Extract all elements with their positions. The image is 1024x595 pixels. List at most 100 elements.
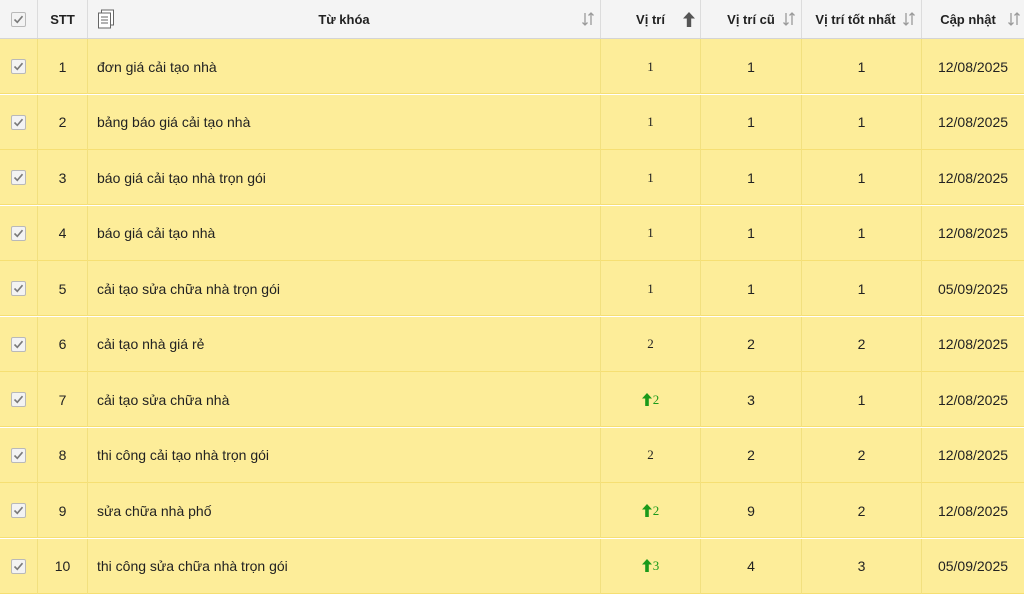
old-position-header-label: Vị trí cũ <box>727 11 775 27</box>
table-header: STT Từ khóa Vị trí Vị trí cũ Vị trí tốt … <box>0 0 1024 39</box>
row-updated: 05/09/2025 <box>937 280 1009 297</box>
table-row[interactable]: 1 đơn giá cải tạo nhà 1 1 1 12/08/2025 <box>0 39 1024 94</box>
row-stt: 2 <box>38 94 88 150</box>
row-best-position: 2 <box>802 427 922 483</box>
row-position: 1 <box>601 261 701 316</box>
row-keyword: sửa chữa nhà phố <box>88 483 601 538</box>
table-row[interactable]: 3 báo giá cải tạo nhà trọn gói 1 1 1 12/08/20… <box>0 150 1024 205</box>
row-old-position: 9 <box>701 483 802 538</box>
checkbox-icon <box>11 447 26 463</box>
row-checkbox[interactable] <box>0 316 38 372</box>
table-row[interactable]: 4 báo giá cải tạo nhà 1 1 1 12/08/2025 <box>0 205 1024 261</box>
checkbox-icon <box>11 170 26 185</box>
document-icon[interactable] <box>97 9 115 32</box>
green-arrow-up-icon <box>641 503 653 519</box>
row-checkbox[interactable] <box>0 94 38 150</box>
row-checkbox[interactable] <box>0 483 38 538</box>
column-header-keyword[interactable]: Từ khóa <box>88 0 601 38</box>
row-stt: 1 <box>38 39 88 94</box>
row-updated: 12/08/2025 <box>937 336 1009 352</box>
sort-icon[interactable] <box>783 11 795 27</box>
row-position: 2 <box>601 483 701 538</box>
row-best-position: 1 <box>802 372 922 427</box>
row-best-position: 1 <box>802 261 922 316</box>
table-row[interactable]: 6 cải tạo nhà giá rẻ 2 2 2 12/08/2025 <box>0 316 1024 372</box>
table-row[interactable]: 9 sửa chữa nhà phố 2 9 2 12/08/2025 <box>0 483 1024 538</box>
column-header-old-position[interactable]: Vị trí cũ <box>701 0 802 38</box>
table-row[interactable]: 8 thi công cải tạo nhà trọn gói 2 2 2 12/08/2… <box>0 427 1024 483</box>
row-old-position: 1 <box>701 94 802 150</box>
row-checkbox[interactable] <box>0 427 38 483</box>
row-keyword: bảng báo giá cải tạo nhà <box>88 94 601 150</box>
table-row[interactable]: 5 cải tạo sửa chữa nhà trọn gói 1 1 1 05/09/2… <box>0 261 1024 316</box>
row-old-position: 4 <box>701 538 802 594</box>
row-best-position: 2 <box>802 316 922 372</box>
row-checkbox[interactable] <box>0 150 38 205</box>
column-header-best-position[interactable]: Vị trí tốt nhất <box>802 0 922 38</box>
column-header-stt[interactable]: STT <box>38 0 88 38</box>
row-position: 1 <box>601 94 701 150</box>
table-row[interactable]: 10 thi công sửa chữa nhà trọn gói 3 4 3 05/09… <box>0 538 1024 594</box>
row-best-position: 1 <box>802 205 922 261</box>
checkbox-icon <box>11 114 26 130</box>
row-best-position: 2 <box>802 483 922 538</box>
sort-icon[interactable] <box>1008 11 1020 27</box>
position-value: 2 <box>647 336 654 351</box>
position-value: 2 <box>652 391 660 407</box>
keyword-header-label: Từ khóa <box>318 11 370 27</box>
row-position: 2 <box>601 316 701 372</box>
row-old-position: 2 <box>701 316 802 372</box>
column-header-updated[interactable]: Cập nhật <box>922 0 1024 38</box>
position-value: 1 <box>647 225 654 240</box>
row-position: 3 <box>601 538 701 594</box>
column-header-position[interactable]: Vị trí <box>601 0 701 38</box>
row-checkbox[interactable] <box>0 261 38 316</box>
row-best-position: 1 <box>802 94 922 150</box>
row-position: 2 <box>601 372 701 427</box>
row-old-position: 1 <box>701 39 802 94</box>
row-keyword: đơn giá cải tạo nhà <box>88 39 601 94</box>
row-updated: 12/08/2025 <box>937 169 1009 186</box>
position-value: 2 <box>647 447 654 462</box>
checkbox-icon <box>11 336 26 352</box>
green-arrow-up-icon <box>641 558 653 574</box>
row-stt: 6 <box>38 316 88 372</box>
checkbox-icon <box>11 59 26 74</box>
checkbox-icon <box>11 503 26 518</box>
row-updated: 12/08/2025 <box>937 391 1009 408</box>
position-value: 1 <box>647 280 654 296</box>
row-updated: 12/08/2025 <box>937 114 1009 130</box>
table-row[interactable]: 7 cải tạo sửa chữa nhà 2 3 1 12/08/2025 <box>0 372 1024 427</box>
row-checkbox[interactable] <box>0 538 38 594</box>
row-updated: 12/08/2025 <box>937 502 1009 519</box>
row-stt: 8 <box>38 427 88 483</box>
row-checkbox[interactable] <box>0 39 38 94</box>
row-old-position: 1 <box>701 205 802 261</box>
row-stt: 9 <box>38 483 88 538</box>
checkbox-icon <box>11 225 26 241</box>
checkbox-icon <box>11 281 26 296</box>
green-arrow-up-icon <box>641 392 653 408</box>
row-checkbox[interactable] <box>0 372 38 427</box>
row-stt: 7 <box>38 372 88 427</box>
row-old-position: 3 <box>701 372 802 427</box>
select-all-checkbox[interactable] <box>0 0 38 38</box>
sort-icon[interactable] <box>582 11 594 27</box>
sort-icon[interactable] <box>903 11 915 27</box>
row-best-position: 3 <box>802 538 922 594</box>
row-stt: 5 <box>38 261 88 316</box>
row-stt: 3 <box>38 150 88 205</box>
row-updated: 05/09/2025 <box>937 558 1009 574</box>
row-updated: 12/08/2025 <box>937 225 1009 241</box>
row-keyword: cải tạo sửa chữa nhà <box>88 372 601 427</box>
position-header-label: Vị trí <box>636 11 665 27</box>
row-best-position: 1 <box>802 150 922 205</box>
row-updated: 12/08/2025 <box>937 447 1009 463</box>
arrow-up-icon[interactable] <box>683 12 695 28</box>
position-value: 1 <box>647 114 654 129</box>
checkbox-icon <box>11 11 26 27</box>
table-row[interactable]: 2 bảng báo giá cải tạo nhà 1 1 1 12/08/2025 <box>0 94 1024 150</box>
row-checkbox[interactable] <box>0 205 38 261</box>
position-value: 1 <box>647 169 654 185</box>
row-keyword: báo giá cải tạo nhà <box>88 205 601 261</box>
